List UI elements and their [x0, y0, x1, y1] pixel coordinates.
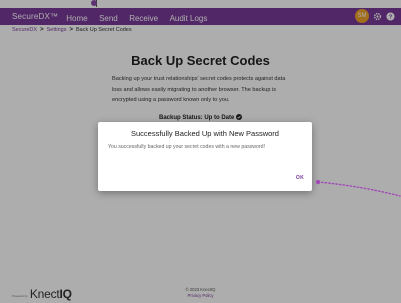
pointer-trail [316, 180, 401, 197]
success-dialog: Successfully Backed Up with New Password… [98, 122, 312, 191]
dialog-message: You successfully backed up your secret c… [108, 144, 265, 150]
dialog-title: Successfully Backed Up with New Password [131, 129, 279, 138]
ok-button[interactable]: OK [296, 175, 304, 181]
